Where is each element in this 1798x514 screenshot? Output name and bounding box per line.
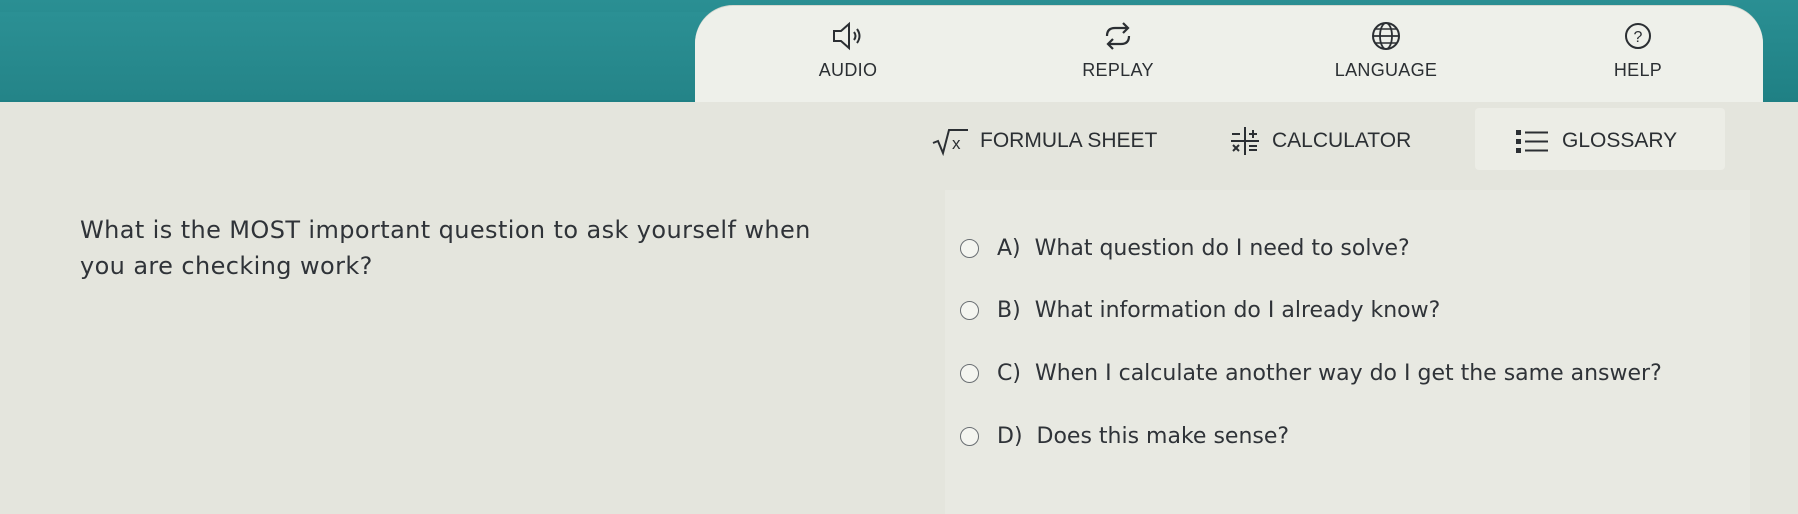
radio-button-d[interactable]: [960, 427, 979, 446]
glossary-label: GLOSSARY: [1562, 129, 1678, 152]
radio-button-b[interactable]: [960, 301, 979, 320]
answer-letter: B): [997, 298, 1021, 323]
speaker-icon: [833, 21, 861, 51]
svg-text:x: x: [952, 134, 961, 153]
audio-label: AUDIO: [818, 60, 878, 80]
calculator-label: CALCULATOR: [1272, 129, 1412, 152]
question-line-2: you are checking work?: [80, 252, 373, 280]
replay-button[interactable]: REPLAY: [1038, 18, 1198, 81]
language-label: LANGUAGE: [1334, 60, 1438, 80]
formula-sheet-label: FORMULA SHEET: [980, 129, 1158, 152]
sqrt-x-icon: x: [932, 129, 968, 157]
svg-text:?: ?: [1634, 29, 1643, 46]
answer-letter: C): [997, 361, 1021, 386]
answer-letter: A): [997, 236, 1021, 261]
answer-option-b[interactable]: B) What information do I already know?: [960, 298, 1440, 323]
glossary-button[interactable]: GLOSSARY: [1514, 114, 1677, 168]
replay-label: REPLAY: [1082, 60, 1154, 80]
help-label: HELP: [1613, 60, 1663, 80]
answer-text: What question do I need to solve?: [1034, 236, 1410, 261]
help-button[interactable]: ? HELP: [1558, 18, 1718, 81]
calculator-button[interactable]: CALCULATOR: [1228, 114, 1411, 168]
radio-button-c[interactable]: [960, 364, 979, 383]
globe-icon: [1372, 22, 1400, 50]
list-icon: [1516, 130, 1548, 153]
question-text: What is the MOST important question to a…: [80, 212, 910, 284]
answer-text: What information do I already know?: [1034, 298, 1441, 323]
replay-icon: [1105, 22, 1131, 50]
audio-button[interactable]: AUDIO: [768, 18, 928, 81]
answer-option-c[interactable]: C) When I calculate another way do I get…: [960, 361, 1662, 386]
question-line-1: What is the MOST important question to a…: [80, 216, 811, 244]
formula-sheet-button[interactable]: x FORMULA SHEET: [930, 114, 1157, 168]
language-button[interactable]: LANGUAGE: [1306, 18, 1466, 81]
question-circle-icon: ?: [1625, 23, 1651, 49]
answer-text: Does this make sense?: [1036, 424, 1290, 449]
calculator-operators-icon: [1231, 127, 1259, 155]
answer-option-d[interactable]: D) Does this make sense?: [960, 424, 1289, 449]
answer-option-a[interactable]: A) What question do I need to solve?: [960, 236, 1410, 261]
answer-letter: D): [997, 424, 1023, 449]
radio-button-a[interactable]: [960, 239, 979, 258]
answer-text: When I calculate another way do I get th…: [1034, 361, 1662, 386]
